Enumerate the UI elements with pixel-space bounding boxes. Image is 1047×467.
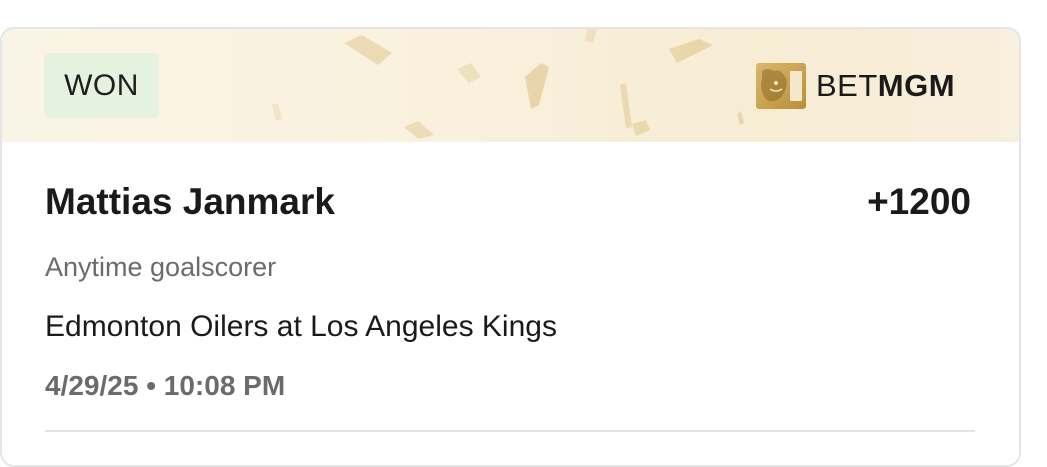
lion-icon bbox=[756, 63, 806, 109]
brand-prefix: BET bbox=[816, 68, 878, 103]
betmgm-brand: BETMGM bbox=[756, 61, 955, 111]
won-status-badge: WON bbox=[44, 53, 159, 118]
bet-market: Anytime goalscorer bbox=[45, 252, 277, 282]
status-label: WON bbox=[64, 68, 139, 102]
player-name: Mattias Janmark bbox=[45, 181, 335, 222]
game-datetime: 4/29/25 • 10:08 PM bbox=[45, 370, 286, 401]
game-matchup: Edmonton Oilers at Los Angeles Kings bbox=[45, 310, 557, 343]
bet-odds: +1200 bbox=[867, 181, 971, 222]
celebration-banner: WON BETMGM bbox=[2, 29, 1019, 142]
brand-wordmark: BETMGM bbox=[816, 68, 955, 104]
brand-suffix: MGM bbox=[877, 68, 956, 103]
divider bbox=[45, 430, 975, 432]
bet-card[interactable]: WON BETMGM Mattias Janmark +1200 Anytime… bbox=[0, 27, 1021, 467]
